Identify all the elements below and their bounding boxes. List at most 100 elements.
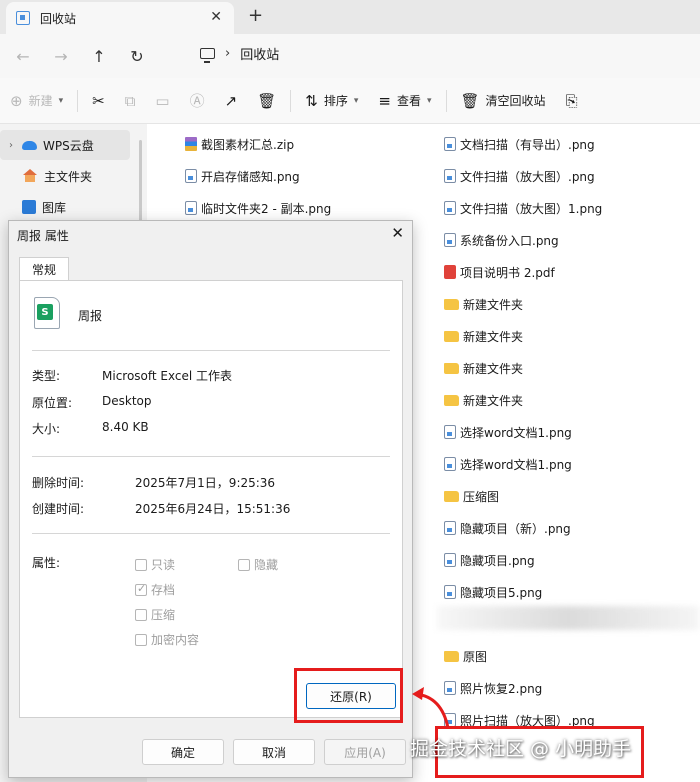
file-name: 隐藏项目（新）.png — [460, 521, 571, 536]
paste-button[interactable]: ▭ — [145, 86, 179, 116]
share-button[interactable]: ↗ — [215, 86, 248, 116]
divider — [32, 350, 390, 351]
encrypt-label: 加密内容 — [151, 633, 200, 647]
file-item[interactable]: 文件扫描（放大图）1.png — [444, 197, 602, 219]
file-item[interactable]: 新建文件夹 — [444, 293, 523, 315]
sidebar-item-wps-cloud[interactable]: › WPS云盘 — [0, 130, 130, 160]
file-item[interactable]: 新建文件夹 — [444, 357, 523, 379]
ok-button[interactable]: 确定 — [142, 739, 224, 765]
breadcrumb[interactable]: › 回收站 — [200, 44, 279, 63]
checkbox-box[interactable] — [238, 558, 250, 571]
back-button[interactable]: ← — [8, 41, 38, 71]
restore-highlight-box — [294, 668, 403, 723]
sort-button[interactable]: ⇅ 排序 ▾ — [295, 86, 368, 116]
new-tab-button[interactable]: + — [248, 5, 263, 26]
list-view-icon: ≡ — [378, 91, 391, 110]
file-item[interactable]: 隐藏项目5.png — [444, 581, 542, 603]
cut-button[interactable]: ✂ — [82, 86, 115, 116]
chevron-right-icon[interactable]: › — [0, 140, 22, 151]
file-name: 文件扫描（放大图）.png — [460, 169, 595, 184]
close-icon[interactable]: ✕ — [391, 224, 404, 242]
chevron-down-icon: ▾ — [58, 95, 64, 106]
file-name: 周报 — [78, 309, 103, 323]
up-button[interactable]: ↑ — [84, 41, 114, 71]
file-item[interactable]: 临时文件夹2 - 副本.png — [185, 197, 331, 219]
file-name: 文档扫描（有导出）.png — [460, 137, 595, 152]
location-label: 原位置: — [32, 396, 73, 410]
delete-button[interactable]: 🗑 — [247, 86, 286, 116]
copy-button[interactable]: ⧉ — [115, 86, 146, 116]
checkbox-box[interactable] — [135, 582, 147, 596]
png-file-icon — [444, 201, 456, 215]
pdf-file-icon — [444, 265, 456, 279]
hidden-checkbox[interactable]: 隐藏 — [238, 556, 278, 573]
checkbox-box[interactable] — [135, 633, 147, 646]
file-name: 原图 — [463, 649, 488, 664]
file-name: 新建文件夹 — [463, 329, 524, 344]
compress-checkbox[interactable]: 压缩 — [135, 606, 175, 623]
sort-icon: ⇅ — [305, 91, 318, 110]
png-file-icon — [444, 137, 456, 151]
spreadsheet-badge: S — [37, 304, 53, 320]
file-name: 截图素材汇总.zip — [201, 137, 295, 152]
blurred-row — [437, 606, 699, 630]
file-item[interactable]: 新建文件夹 — [444, 325, 523, 347]
file-name: 选择word文档1.png — [460, 457, 572, 472]
dialog-title: 周报 属性 — [17, 229, 69, 243]
folder-file-icon — [444, 362, 459, 374]
file-item[interactable]: 新建文件夹 — [444, 389, 523, 411]
attributes-label: 属性: — [32, 556, 61, 570]
file-item[interactable]: 文档扫描（有导出）.png — [444, 133, 595, 155]
toolbar-divider — [290, 89, 292, 112]
checkbox-box[interactable] — [135, 558, 147, 571]
file-item[interactable]: 截图素材汇总.zip — [185, 133, 294, 155]
forward-button[interactable]: → — [46, 41, 76, 71]
restore-all-button[interactable]: ⎘ — [556, 86, 588, 116]
folder-file-icon — [444, 394, 459, 406]
file-item[interactable]: 选择word文档1.png — [444, 421, 572, 443]
file-item[interactable]: 系统备份入口.png — [444, 229, 559, 251]
compress-label: 压缩 — [151, 608, 176, 622]
encrypt-checkbox[interactable]: 加密内容 — [135, 631, 199, 648]
view-button[interactable]: ≡ 查看 ▾ — [368, 86, 441, 116]
file-item[interactable]: 隐藏项目（新）.png — [444, 517, 571, 539]
png-file-icon — [444, 457, 456, 471]
file-item[interactable]: 压缩图 — [444, 485, 499, 507]
file-item[interactable]: 项目说明书 2.pdf — [444, 261, 555, 283]
breadcrumb-location[interactable]: 回收站 — [240, 44, 279, 63]
empty-recycle-bin-button[interactable]: 🗑 清空回收站 — [451, 86, 556, 116]
sidebar-item-gallery[interactable]: 图库 — [0, 192, 130, 222]
png-file-icon — [444, 585, 456, 599]
address-bar: ← → ↑ ↻ › 回收站 — [0, 34, 700, 78]
file-name: 系统备份入口.png — [460, 233, 559, 248]
png-file-icon — [444, 425, 456, 439]
divider — [32, 456, 390, 457]
file-item[interactable]: 原图 — [444, 645, 487, 667]
file-item[interactable]: 文件扫描（放大图）.png — [444, 165, 595, 187]
rename-button[interactable]: Ⓐ — [180, 86, 215, 116]
png-file-icon — [444, 233, 456, 247]
readonly-checkbox[interactable]: 只读 — [135, 556, 175, 573]
sidebar-item-home[interactable]: 主文件夹 — [0, 161, 130, 191]
tab-recycle-bin[interactable]: 回收站 ✕ — [6, 2, 234, 34]
sidebar-item-label: 主文件夹 — [44, 169, 93, 184]
close-tab-icon[interactable]: ✕ — [210, 9, 222, 25]
tab-general[interactable]: 常规 — [19, 257, 69, 281]
file-item[interactable]: 开启存储感知.png — [185, 165, 300, 187]
spreadsheet-file-icon: S — [34, 297, 60, 329]
file-item[interactable]: 隐藏项目.png — [444, 549, 535, 571]
file-name: 开启存储感知.png — [201, 169, 300, 184]
gallery-icon — [22, 200, 36, 214]
refresh-button[interactable]: ↻ — [122, 41, 152, 71]
apply-button[interactable]: 应用(A) — [324, 739, 406, 765]
chevron-right-icon[interactable]: › — [225, 46, 230, 61]
checkbox-box[interactable] — [135, 608, 147, 621]
cancel-button[interactable]: 取消 — [233, 739, 315, 765]
new-button[interactable]: ⊕ 新建 ▾ — [0, 86, 73, 116]
archive-checkbox[interactable]: 存档 — [135, 581, 175, 598]
zip-file-icon — [185, 137, 197, 151]
folder-file-icon — [444, 298, 459, 310]
file-item[interactable]: 选择word文档1.png — [444, 453, 572, 475]
file-name: 选择word文档1.png — [460, 425, 572, 440]
sidebar-item-label: 图库 — [42, 200, 67, 215]
